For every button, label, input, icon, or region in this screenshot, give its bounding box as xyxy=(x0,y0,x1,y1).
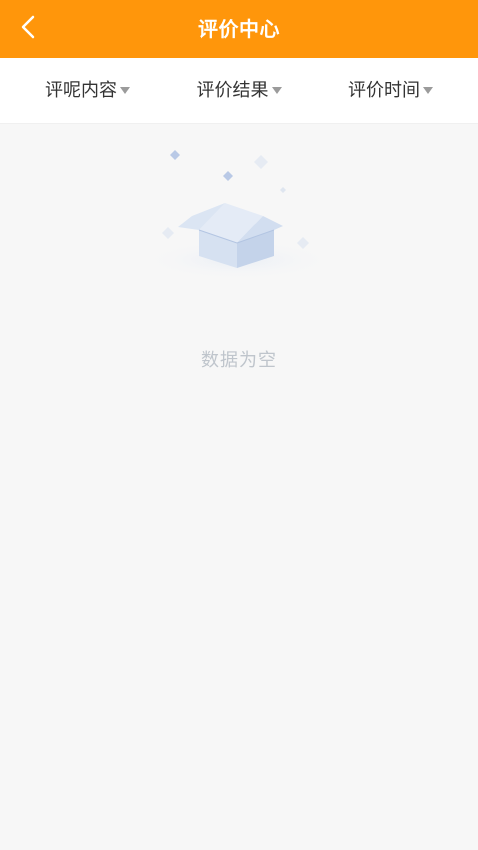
filter-label-content: 评呢内容 xyxy=(45,79,117,101)
top-app-bar: 评价中心 xyxy=(0,0,478,58)
page-title: 评价中心 xyxy=(198,17,280,41)
caret-down-icon xyxy=(119,86,131,96)
filter-label-time: 评价时间 xyxy=(348,79,420,101)
filter-dropdown-content[interactable]: 评呢内容 xyxy=(45,58,131,123)
app-root: 评价中心 评呢内容 评价结果 评价时间 数据为空 xyxy=(0,0,478,850)
empty-message: 数据为空 xyxy=(201,350,277,371)
empty-state: 数据为空 xyxy=(0,124,478,404)
filter-dropdown-time[interactable]: 评价时间 xyxy=(348,58,434,123)
filter-label-result: 评价结果 xyxy=(196,79,269,101)
caret-down-icon xyxy=(271,86,283,96)
filter-dropdown-result[interactable]: 评价结果 xyxy=(197,58,283,123)
filter-bar: 评呢内容 评价结果 评价时间 xyxy=(0,58,478,124)
empty-box-icon xyxy=(142,150,334,280)
caret-down-icon xyxy=(422,86,434,96)
